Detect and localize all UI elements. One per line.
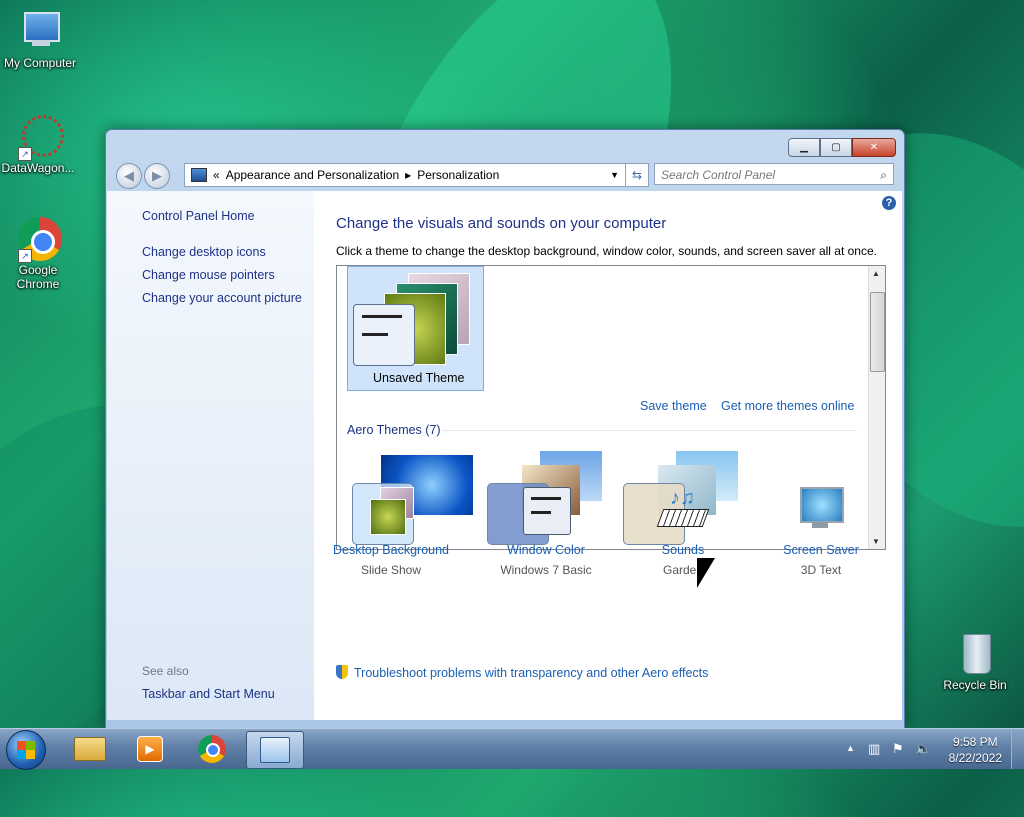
- scroll-up-icon[interactable]: ▲: [872, 269, 880, 278]
- control-panel-icon: [191, 168, 207, 182]
- main-content: ? Change the visuals and sounds on your …: [314, 191, 902, 720]
- search-icon[interactable]: ⌕: [880, 164, 887, 186]
- help-icon[interactable]: ?: [882, 196, 896, 210]
- control-panel-home-link[interactable]: Control Panel Home: [142, 209, 255, 223]
- scroll-thumb[interactable]: [870, 292, 885, 372]
- forward-button[interactable]: ▶: [144, 163, 170, 189]
- desktop-icon-label: DataWagon...: [1, 161, 75, 175]
- personalization-window: ▁ ▢ ✕ ◀ ▶ « Appearance and Personalizati…: [105, 129, 905, 729]
- window-color-preview-icon: [353, 304, 415, 366]
- desktop-icon-label: My Computer: [3, 56, 77, 70]
- troubleshoot-aero-link[interactable]: Troubleshoot problems with transparency …: [336, 665, 708, 680]
- window-controls: ▁ ▢ ✕: [788, 138, 896, 157]
- mouse-cursor-icon: [697, 558, 715, 588]
- save-theme-link[interactable]: Save theme: [640, 399, 707, 413]
- volume-icon[interactable]: 🔈: [915, 741, 931, 757]
- minimize-button[interactable]: ▁: [788, 138, 820, 157]
- window-color-icon: [521, 487, 571, 537]
- desktop-icon-label: Chrome: [16, 277, 60, 291]
- window-color-setting[interactable]: Window Color Windows 7 Basic: [481, 487, 611, 577]
- desktop-icon-google-chrome[interactable]: ↗ Google Chrome: [0, 217, 78, 291]
- shortcut-arrow-icon: ↗: [18, 147, 32, 161]
- desktop-icon-datawagon[interactable]: ↗ DataWagon...: [0, 115, 78, 175]
- desktop-background-setting[interactable]: Desktop Background Slide Show: [326, 487, 456, 577]
- screen-saver-setting[interactable]: Screen Saver 3D Text: [756, 487, 886, 577]
- start-button[interactable]: [6, 730, 46, 770]
- show-hidden-icons-button[interactable]: ▲: [846, 743, 855, 753]
- desktop-background-icon: [366, 487, 416, 537]
- change-account-picture-link[interactable]: Change your account picture: [142, 291, 302, 305]
- taskbar-start-menu-link[interactable]: Taskbar and Start Menu: [142, 687, 275, 701]
- desktop-icon-recycle-bin[interactable]: Recycle Bin: [935, 632, 1015, 692]
- chrome-icon: ↗: [16, 217, 62, 263]
- taskbar-media-player[interactable]: ▶: [122, 731, 178, 767]
- action-center-icon[interactable]: ⚑: [892, 741, 904, 757]
- search-input[interactable]: Search Control Panel ⌕: [654, 163, 894, 185]
- taskbar-control-panel[interactable]: [246, 731, 304, 769]
- clock-date: 8/22/2022: [948, 751, 1002, 765]
- breadcrumb-overflow[interactable]: «: [213, 168, 220, 182]
- setting-label: Screen Saver: [783, 543, 859, 557]
- system-clock[interactable]: 9:58 PM 8/22/2022: [949, 734, 1002, 766]
- breadcrumb-appearance[interactable]: Appearance and Personalization: [226, 168, 399, 182]
- troubleshoot-label: Troubleshoot problems with transparency …: [354, 666, 709, 680]
- setting-label: Window Color: [507, 543, 585, 557]
- desktop-icon-my-computer[interactable]: My Computer: [0, 10, 80, 70]
- setting-label: Desktop Background: [332, 543, 450, 557]
- maximize-button[interactable]: ▢: [820, 138, 852, 157]
- unsaved-theme-tile[interactable]: Unsaved Theme: [347, 266, 484, 391]
- chrome-icon: [198, 735, 226, 763]
- network-icon[interactable]: ▥: [868, 741, 880, 757]
- taskbar: ▶ ▲ ▥ ⚑ 🔈 9:58 PM 8/22/2022: [0, 728, 1024, 770]
- desktop-icon-label: Recycle Bin: [943, 678, 1007, 692]
- windows-logo-icon-lower: [17, 750, 35, 759]
- page-subtitle: Click a theme to change the desktop back…: [336, 244, 877, 258]
- setting-label: Sounds: [661, 543, 705, 557]
- setting-value: Slide Show: [360, 563, 422, 577]
- recycle-bin-icon: [953, 632, 997, 676]
- shortcut-arrow-icon: ↗: [18, 249, 32, 263]
- desktop-icon-label: Google: [18, 263, 58, 277]
- setting-value: Windows 7 Basic: [500, 563, 592, 577]
- left-navigation-pane: Control Panel Home Change desktop icons …: [107, 191, 314, 720]
- my-computer-icon: [18, 10, 62, 54]
- aero-themes-section-header: Aero Themes (7): [347, 423, 441, 437]
- change-desktop-icons-link[interactable]: Change desktop icons: [142, 245, 266, 259]
- address-bar[interactable]: « Appearance and Personalization ▸ Perso…: [184, 163, 626, 187]
- refresh-button[interactable]: ⇆: [625, 163, 649, 187]
- explorer-icon: [74, 737, 106, 761]
- datawagon-icon: ↗: [16, 115, 64, 161]
- change-mouse-pointers-link[interactable]: Change mouse pointers: [142, 268, 275, 282]
- breadcrumb-personalization[interactable]: Personalization: [417, 168, 499, 182]
- see-also-header: See also: [142, 664, 189, 678]
- show-desktop-button[interactable]: [1011, 729, 1024, 769]
- breadcrumb-separator[interactable]: ▸: [405, 168, 411, 182]
- search-placeholder: Search Control Panel: [661, 168, 776, 182]
- sounds-setting[interactable]: ♪♫ Sounds Garden: [618, 487, 748, 577]
- taskbar-chrome[interactable]: [184, 731, 240, 767]
- get-more-themes-link[interactable]: Get more themes online: [721, 399, 854, 413]
- setting-value: Garden: [662, 563, 704, 577]
- taskbar-explorer[interactable]: [62, 731, 118, 767]
- clock-time: 9:58 PM: [952, 735, 998, 749]
- address-dropdown-icon[interactable]: ▼: [610, 170, 619, 180]
- section-divider: [442, 430, 857, 431]
- close-button[interactable]: ✕: [852, 138, 896, 157]
- unsaved-theme-label: Unsaved Theme: [373, 371, 465, 385]
- page-title: Change the visuals and sounds on your co…: [336, 215, 667, 232]
- setting-value: 3D Text: [800, 563, 842, 577]
- navigation-bar: ◀ ▶ « Appearance and Personalization ▸ P…: [114, 161, 896, 189]
- control-panel-icon: [260, 737, 290, 763]
- media-player-icon: ▶: [137, 736, 163, 762]
- back-button[interactable]: ◀: [116, 163, 142, 189]
- screen-saver-icon: [796, 487, 846, 537]
- uac-shield-icon: [336, 665, 348, 679]
- sounds-icon: ♪♫: [656, 487, 710, 537]
